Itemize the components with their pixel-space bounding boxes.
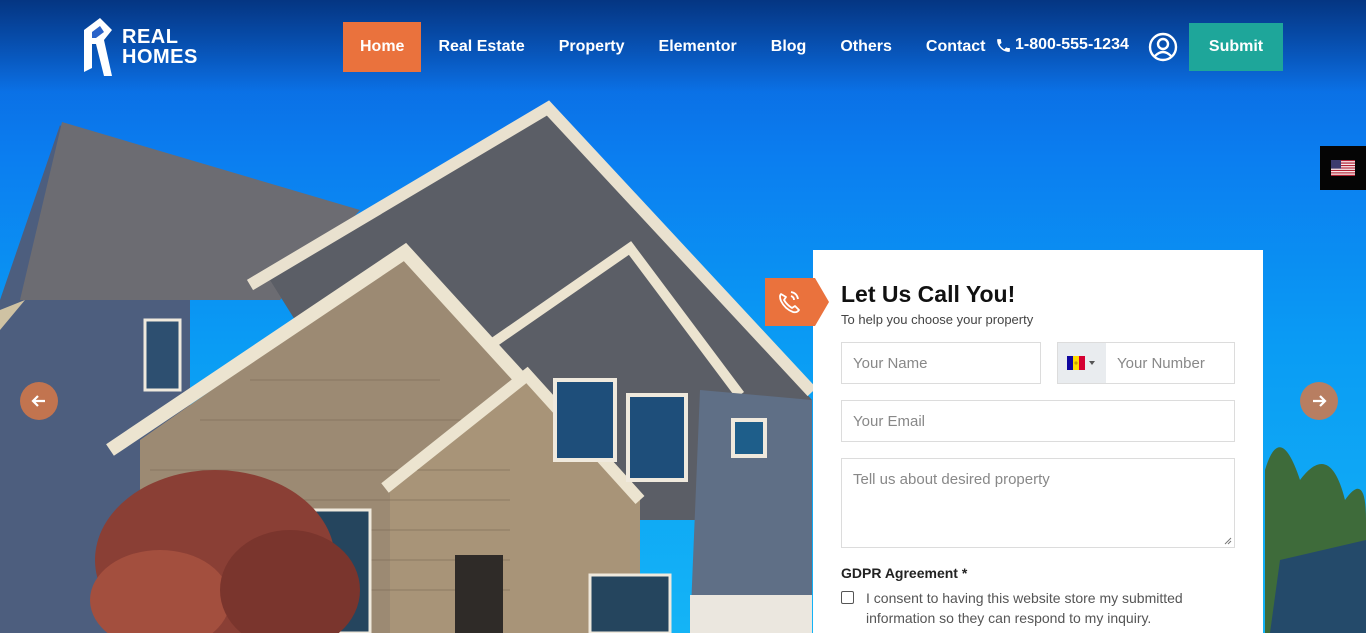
- form-badge: [765, 278, 829, 326]
- nav-item-real-estate[interactable]: Real Estate: [421, 22, 541, 72]
- user-account-icon[interactable]: [1148, 32, 1178, 62]
- language-switcher[interactable]: [1320, 146, 1366, 190]
- phone-input[interactable]: Your Number: [1057, 342, 1235, 384]
- form-subtitle: To help you choose your property: [841, 312, 1034, 327]
- resize-grip-icon[interactable]: [1224, 537, 1232, 545]
- nav-item-home[interactable]: Home: [343, 22, 422, 72]
- nav-item-elementor[interactable]: Elementor: [642, 22, 754, 72]
- gdpr-consent-text: I consent to having this website store m…: [866, 590, 1183, 626]
- logo-text: REAL HOMES: [122, 27, 198, 67]
- andorra-flag-icon: [1067, 356, 1095, 370]
- phone-icon: [997, 38, 1010, 52]
- site-logo[interactable]: REAL HOMES: [84, 18, 198, 76]
- message-placeholder: Tell us about desired property: [853, 471, 1050, 488]
- country-code-select[interactable]: [1058, 343, 1106, 383]
- main-nav: Home Real Estate Property Elementor Blog…: [343, 22, 1002, 72]
- name-placeholder: Your Name: [853, 354, 928, 372]
- slider-prev-button[interactable]: [20, 382, 58, 420]
- phone-number: 1-800-555-1234: [1015, 36, 1129, 53]
- logo-line-2: HOMES: [122, 46, 198, 68]
- gdpr-label: GDPR Agreement *: [841, 565, 968, 581]
- slider-next-button[interactable]: [1300, 382, 1338, 420]
- submit-property-button[interactable]: Submit: [1189, 23, 1283, 71]
- nav-item-others[interactable]: Others: [823, 22, 909, 72]
- number-placeholder: Your Number: [1117, 354, 1205, 372]
- name-input[interactable]: Your Name: [841, 342, 1041, 384]
- message-textarea[interactable]: Tell us about desired property: [841, 458, 1235, 548]
- arrow-left-icon: [31, 395, 45, 407]
- us-flag-icon: [1331, 160, 1355, 176]
- header-phone[interactable]: 1-800-555-1234: [995, 36, 1129, 54]
- nav-item-property[interactable]: Property: [542, 22, 642, 72]
- email-input[interactable]: Your Email: [841, 400, 1235, 442]
- nav-item-contact[interactable]: Contact: [909, 22, 1003, 72]
- logo-line-1: REAL: [122, 26, 179, 48]
- logo-mark-icon: [84, 18, 112, 76]
- gdpr-checkbox[interactable]: [841, 591, 854, 604]
- email-placeholder: Your Email: [853, 412, 925, 430]
- arrow-right-icon: [1313, 395, 1327, 407]
- form-title: Let Us Call You!: [841, 281, 1016, 307]
- chevron-down-icon: [1089, 361, 1095, 365]
- nav-item-blog[interactable]: Blog: [754, 22, 824, 72]
